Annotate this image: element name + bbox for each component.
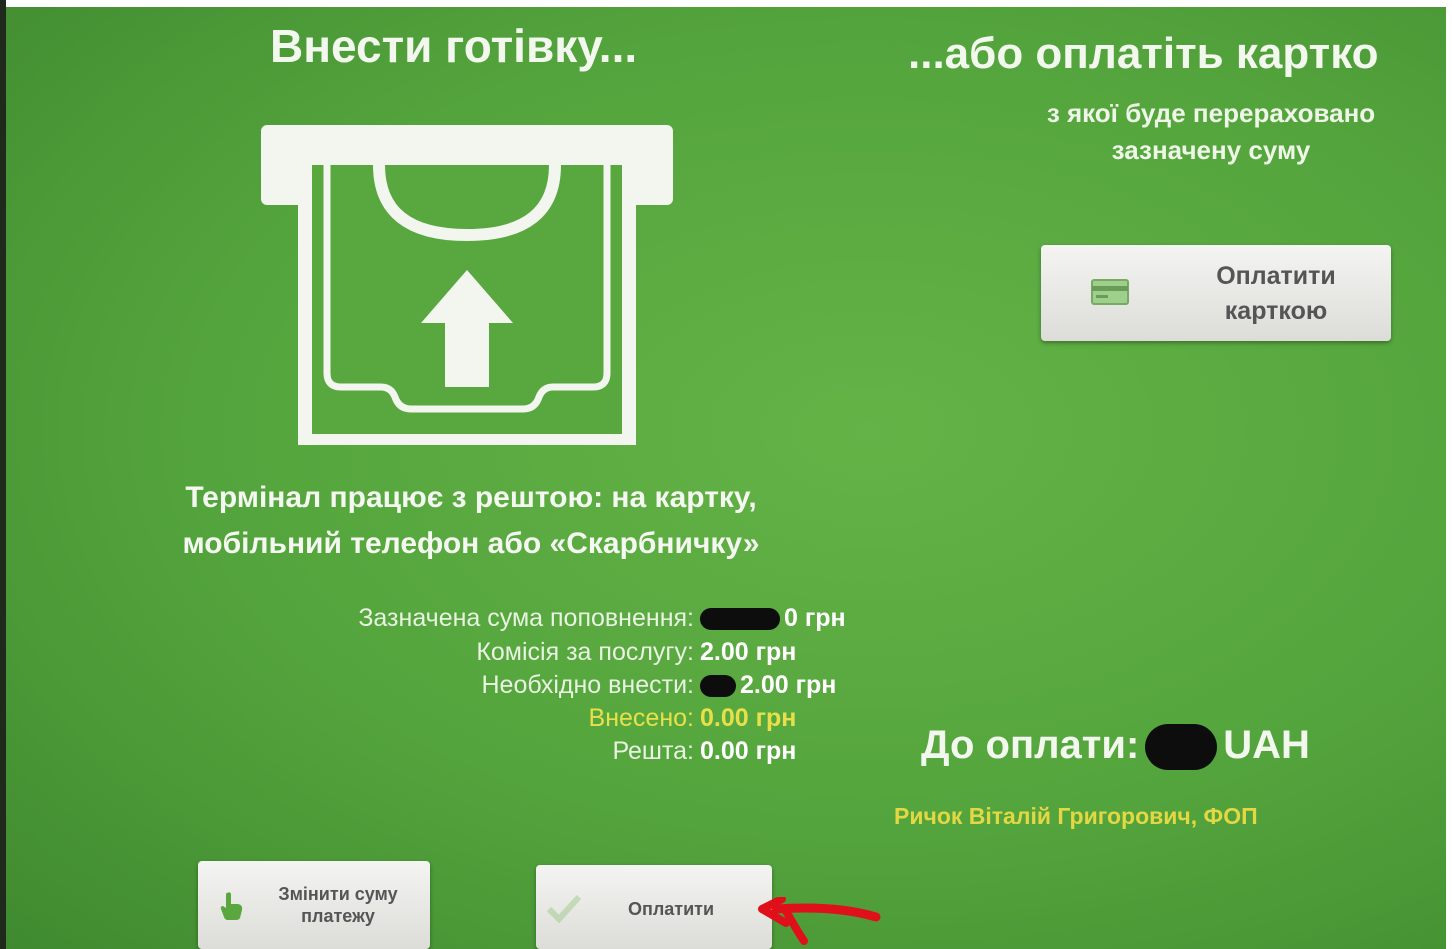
deposited-value: 0.00 грн [700,704,797,732]
hand-pointer-icon [220,892,243,920]
change-row: Решта: 0.00 грн [612,737,832,766]
amount-due-label: До оплати: [921,723,1140,767]
amount-row: Зазначена сума поповнення: 0 грн [358,604,845,633]
required-row: Необхідно внести: 2.00 грн [481,671,837,700]
merchant-name: Ричок Віталій Григорович, ФОП [894,803,1258,829]
change-value: 0.00 грн [700,737,797,765]
pay-button[interactable]: Оплатити [536,865,772,949]
commission-row: Комісія за послугу: 2.00 грн [476,638,832,667]
amount-due-currency: UAH [1223,723,1310,767]
terminal-screen: Внести готівку... Термінал працює з решт… [6,7,1446,949]
deposited-row: Внесено: 0.00 грн [589,704,832,733]
required-value: 2.00 грн [740,671,837,699]
required-label: Необхідно внести: [481,671,695,699]
red-arrow-annotation [758,897,881,945]
commission-value: 2.00 грн [700,638,797,666]
amount-due: До оплати: UAH [921,723,1310,771]
pay-by-card-button[interactable]: Оплатити карткою [1041,245,1391,341]
cash-slot-icon [261,125,673,445]
redaction-mark [1145,724,1218,771]
redaction-mark [700,675,736,698]
change-amount-line-1: Змінити суму [278,884,398,904]
info-line-1: Термінал працює з рештою: на картку, [185,481,757,514]
card-icon [1091,279,1129,305]
info-line-2: мобільний телефон або «Скарбничку» [182,527,760,560]
change-amount-button[interactable]: Змінити суму платежу [198,861,430,949]
pay-by-card-line-1: Оплатити [1216,262,1336,290]
check-icon [546,894,582,923]
change-amount-line-2: платежу [301,906,375,926]
redaction-mark [700,608,780,631]
pay-by-card-line-2: карткою [1224,297,1328,325]
change-label: Решта: [612,737,694,765]
cash-title: Внести готівку... [270,20,638,72]
amount-value: 0 грн [784,604,846,632]
commission-label: Комісія за послугу: [476,638,694,666]
pay-button-label: Оплатити [627,899,715,919]
card-title: ...або оплатіть картко [908,29,1379,78]
card-subtitle-line-1: з якої буде перераховано [1046,98,1376,128]
card-subtitle-line-2: зазначену суму [1111,135,1311,165]
deposited-label: Внесено: [588,704,694,732]
amount-label: Зазначена сума поповнення: [358,604,694,632]
